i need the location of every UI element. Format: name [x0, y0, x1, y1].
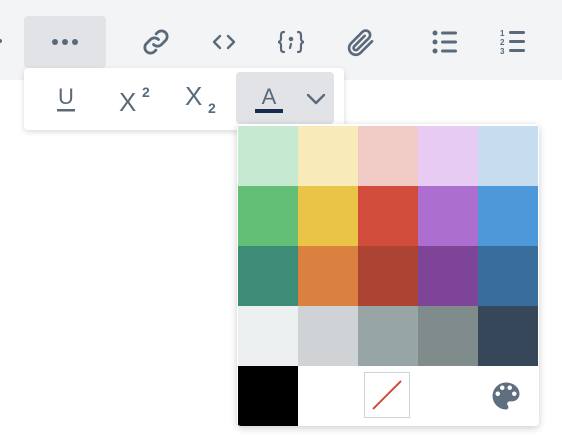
no-color-icon	[372, 380, 402, 410]
numbered-list-button[interactable]: 1 2 3	[494, 22, 532, 62]
toolbar-overflow-edge	[0, 36, 4, 46]
code-block-icon	[277, 30, 305, 54]
color-swatch-black[interactable]	[238, 366, 298, 426]
code-block-button[interactable]	[272, 22, 310, 62]
color-swatch[interactable]	[238, 246, 298, 306]
attachment-button[interactable]	[340, 20, 380, 64]
text-color-palette	[237, 124, 539, 426]
subscript-mark: 2	[208, 100, 216, 115]
more-formatting-menu: U X 2 X 2 A	[24, 68, 344, 130]
color-swatch[interactable]	[418, 186, 478, 246]
underline-icon: U	[57, 84, 75, 112]
bullet-list-button[interactable]	[426, 22, 464, 62]
text-color-apply[interactable]: A	[248, 80, 290, 118]
chevron-down-icon	[306, 93, 326, 105]
code-button[interactable]	[205, 22, 243, 62]
color-swatch[interactable]	[298, 306, 358, 366]
superscript-base-glyph: X	[119, 87, 136, 115]
color-swatch[interactable]	[478, 306, 538, 366]
list-number-2: 2	[500, 38, 505, 47]
paperclip-icon	[347, 29, 374, 57]
superscript-mark: 2	[142, 84, 150, 100]
color-swatch[interactable]	[298, 246, 358, 306]
text-color-icon: A	[255, 84, 283, 113]
color-swatch[interactable]	[358, 306, 418, 366]
color-swatch[interactable]	[358, 246, 418, 306]
more-dots-icon	[52, 39, 78, 45]
color-swatch[interactable]	[358, 186, 418, 246]
color-swatch[interactable]	[478, 246, 538, 306]
color-swatch-grid	[238, 126, 538, 366]
custom-color-button[interactable]	[486, 376, 526, 416]
superscript-icon: X 2	[119, 84, 150, 115]
color-swatch[interactable]	[298, 186, 358, 246]
color-swatch[interactable]	[478, 126, 538, 186]
list-number-3: 3	[500, 47, 505, 56]
subscript-button[interactable]: X 2	[176, 78, 226, 120]
superscript-button[interactable]: X 2	[110, 78, 160, 120]
color-swatch[interactable]	[238, 126, 298, 186]
current-text-color-bar	[255, 109, 283, 113]
color-swatch[interactable]	[478, 186, 538, 246]
palette-bottom-row	[238, 366, 538, 426]
color-swatch[interactable]	[358, 126, 418, 186]
underline-glyph: U	[58, 84, 74, 109]
color-swatch[interactable]	[418, 306, 478, 366]
subscript-icon: X 2	[185, 83, 216, 115]
underline-button[interactable]: U	[44, 78, 88, 120]
text-color-glyph: A	[262, 84, 277, 109]
bullet-list-icon	[432, 30, 457, 54]
link-button[interactable]	[138, 22, 174, 62]
subscript-base-glyph: X	[185, 83, 202, 111]
code-icon	[212, 34, 236, 50]
dot-fragment-icon	[0, 39, 2, 43]
color-swatch[interactable]	[238, 186, 298, 246]
palette-icon	[492, 382, 520, 410]
text-color-dropdown-toggle[interactable]	[302, 80, 330, 118]
numbered-list-icon: 1 2 3	[500, 29, 525, 56]
remove-color-button[interactable]	[364, 372, 410, 418]
link-icon	[143, 29, 169, 55]
color-swatch[interactable]	[298, 126, 358, 186]
more-button[interactable]	[24, 16, 106, 68]
text-color-button[interactable]: A	[236, 72, 334, 124]
list-number-1: 1	[500, 29, 505, 38]
color-swatch[interactable]	[238, 306, 298, 366]
color-swatch[interactable]	[418, 126, 478, 186]
color-swatch[interactable]	[418, 246, 478, 306]
